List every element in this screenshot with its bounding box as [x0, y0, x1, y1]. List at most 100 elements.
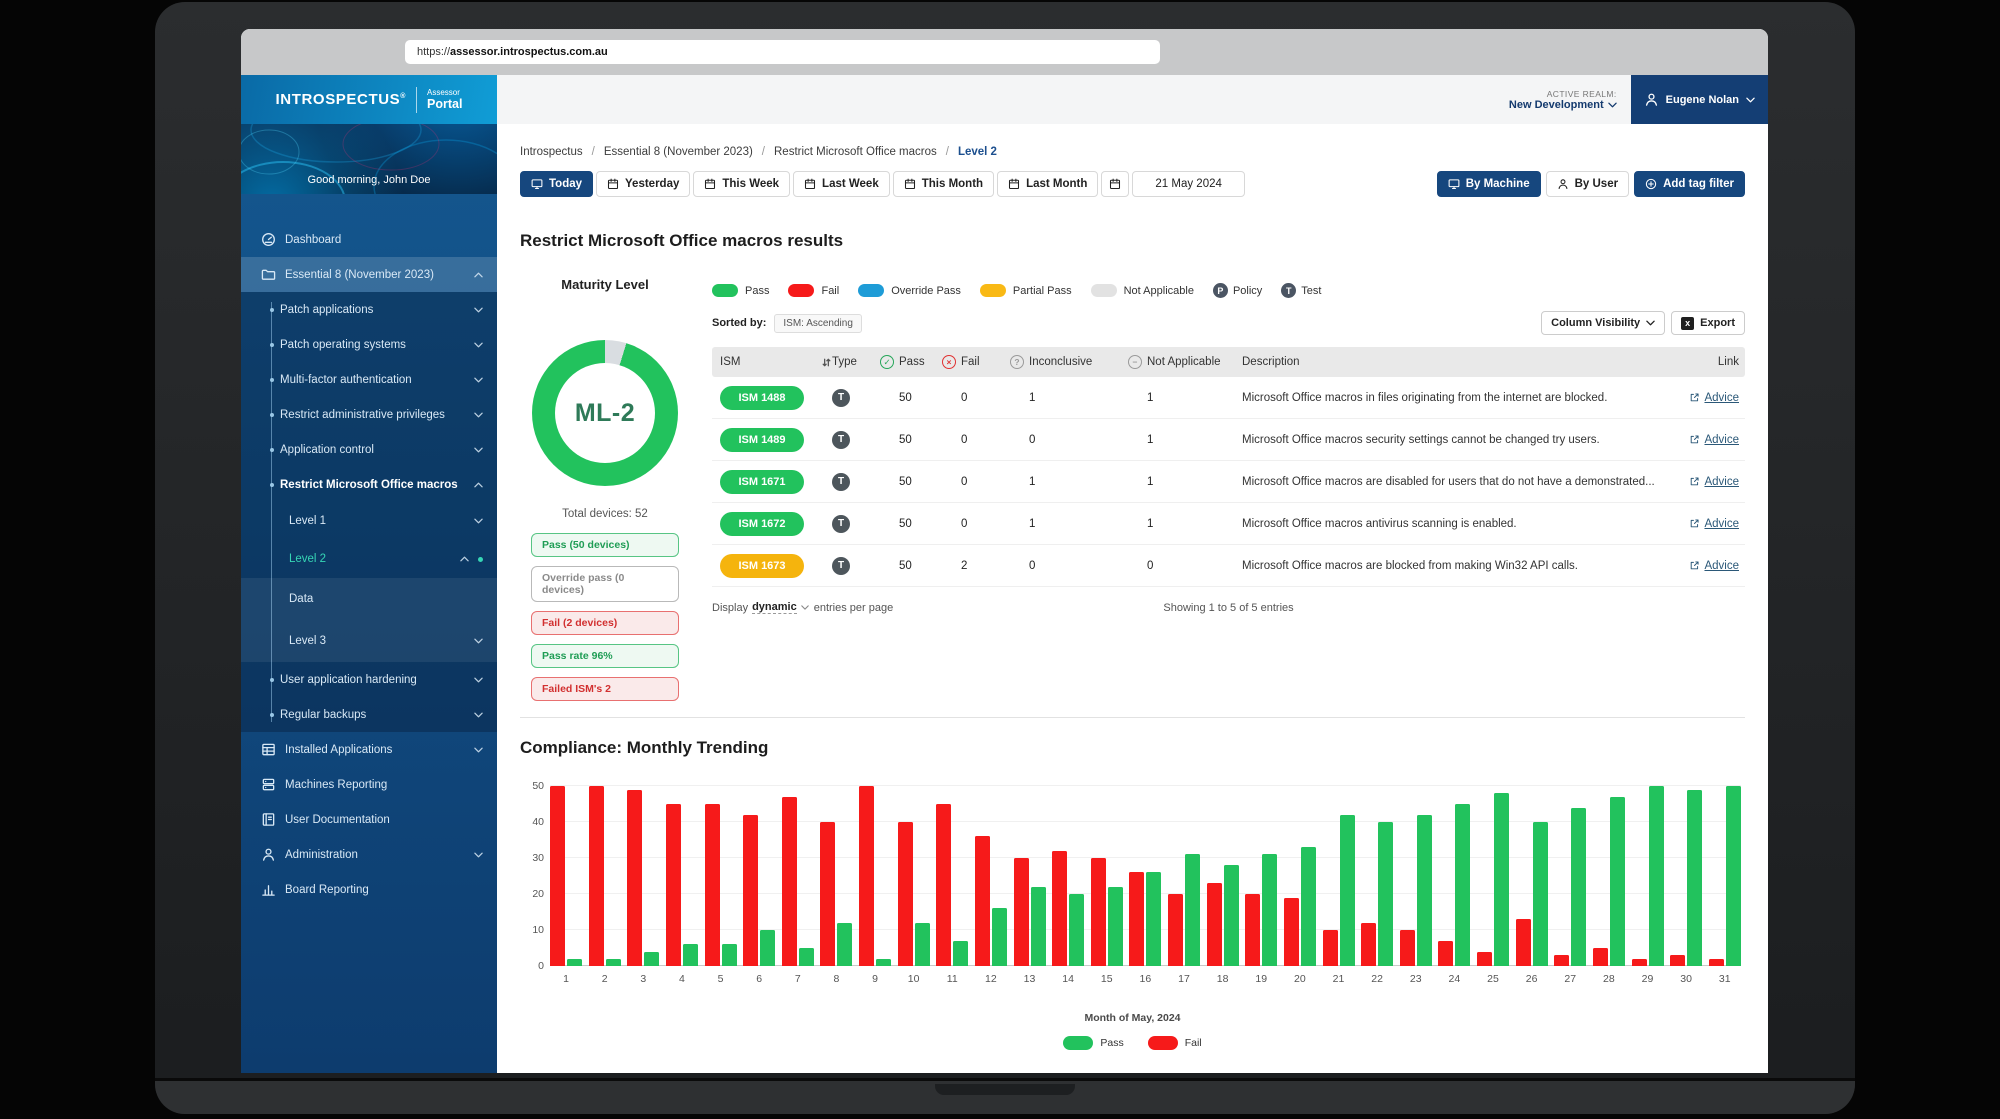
legend-pass: Pass	[712, 284, 769, 297]
sidebar-item-machines-reporting[interactable]: Machines Reporting	[241, 767, 497, 802]
ism-pill[interactable]: ISM 1671	[720, 470, 804, 494]
plus-icon	[1645, 178, 1657, 190]
sidebar-item-patch-operating-systems[interactable]: Patch operating systems	[241, 327, 497, 362]
export-button[interactable]: x Export	[1671, 311, 1745, 335]
chart-plot-area: 0102030405012345678910111213141516171819…	[550, 786, 1741, 966]
browser-url-bar[interactable]: https://assessor.introspectus.com.au	[405, 40, 1160, 64]
advice-link[interactable]: Advice	[1689, 434, 1739, 446]
view-filter-group: By MachineBy UserAdd tag filter	[1437, 171, 1745, 197]
browser-chrome: https://assessor.introspectus.com.au	[241, 29, 1768, 75]
y-tick-label: 0	[520, 960, 544, 972]
pass-bar	[1301, 847, 1316, 966]
ism-pill[interactable]: ISM 1489	[720, 428, 804, 452]
sidebar-item-application-control[interactable]: Application control	[241, 432, 497, 467]
bullet-dot	[270, 308, 274, 312]
not-applicable-count: 1	[1128, 434, 1242, 446]
sidebar-item-user-documentation[interactable]: User Documentation	[241, 802, 497, 837]
add-tag-filter-button[interactable]: Add tag filter	[1634, 171, 1745, 197]
showing-entries: Showing 1 to 5 of 5 entries	[1163, 602, 1293, 614]
sidebar-item-level-3[interactable]: Level 3	[241, 620, 497, 662]
date-picker-value[interactable]: 21 May 2024	[1132, 171, 1245, 197]
entries-per-page-select[interactable]: dynamic	[752, 601, 797, 614]
breadcrumb-item-introspectus[interactable]: Introspectus	[520, 146, 583, 158]
pass-bar	[992, 908, 1007, 966]
by-machine-button[interactable]: By Machine	[1437, 171, 1541, 197]
pass-bar	[1649, 786, 1664, 966]
type-test-icon: T	[832, 473, 850, 491]
sidebar-item-data[interactable]: Data	[241, 578, 497, 620]
chevron-down-icon	[474, 852, 483, 858]
sidebar-item-restrict-microsoft-office-macros[interactable]: Restrict Microsoft Office macros	[241, 467, 497, 502]
breadcrumb-item-essential-8-november-2023[interactable]: Essential 8 (November 2023)	[604, 146, 753, 158]
bar-group-day-19: 19	[1245, 854, 1277, 966]
table-row-ism-1673[interactable]: ISM 1673T50200Microsoft Office macros ar…	[712, 545, 1745, 587]
sidebar-item-restrict-administrative-privileges[interactable]: Restrict administrative privileges	[241, 397, 497, 432]
sidebar-item-user-application-hardening[interactable]: User application hardening	[241, 662, 497, 697]
user-avatar-icon	[1644, 92, 1659, 107]
pass-bar	[1185, 854, 1200, 966]
ism-pill[interactable]: ISM 1672	[720, 512, 804, 536]
fail-bar	[1323, 930, 1338, 966]
advice-link[interactable]: Advice	[1689, 560, 1739, 572]
sidebar-item-dashboard[interactable]: Dashboard	[241, 222, 497, 257]
pass-bar	[1455, 804, 1470, 966]
bar-group-day-28: 28	[1593, 797, 1625, 966]
table-row-ism-1671[interactable]: ISM 1671T50011Microsoft Office macros ar…	[712, 461, 1745, 503]
ism-pill[interactable]: ISM 1673	[720, 554, 804, 578]
filter-this-week[interactable]: This Week	[693, 171, 790, 197]
sidebar-item-administration[interactable]: Administration	[241, 837, 497, 872]
pass-bar	[876, 959, 891, 966]
fail-bar	[1400, 930, 1415, 966]
greeting-banner: Good morning, John Doe	[241, 124, 497, 194]
chevron-up-icon	[474, 272, 483, 278]
advice-link[interactable]: Advice	[1689, 518, 1739, 530]
pass-bar	[1224, 865, 1239, 966]
fail-bar	[1477, 952, 1492, 966]
column-not-applicable[interactable]: −Not Applicable	[1128, 355, 1242, 369]
filter-today[interactable]: Today	[520, 171, 593, 197]
sidebar-item-installed-applications[interactable]: Installed Applications	[241, 732, 497, 767]
sort-icon[interactable]	[821, 357, 832, 368]
column-pass[interactable]: ✓Pass	[880, 355, 942, 369]
column-visibility-button[interactable]: Column Visibility	[1541, 311, 1665, 335]
sorted-by-chip[interactable]: ISM: Ascending	[774, 314, 861, 333]
table-row-ism-1672[interactable]: ISM 1672T50011Microsoft Office macros an…	[712, 503, 1745, 545]
breadcrumb-item-restrict-microsoft-office-macros[interactable]: Restrict Microsoft Office macros	[774, 146, 937, 158]
by-user-button[interactable]: By User	[1546, 171, 1629, 197]
filter-yesterday[interactable]: Yesterday	[596, 171, 690, 197]
column-fail[interactable]: ×Fail	[942, 355, 1010, 369]
table-row-ism-1489[interactable]: ISM 1489T50001Microsoft Office macros se…	[712, 419, 1745, 461]
bullet-dot	[270, 413, 274, 417]
table-row-ism-1488[interactable]: ISM 1488T50011Microsoft Office macros in…	[712, 377, 1745, 419]
sorted-by-label: Sorted by:	[712, 317, 766, 329]
sidebar-item-essential-8-november-2023[interactable]: Essential 8 (November 2023)	[241, 257, 497, 292]
ism-pill[interactable]: ISM 1488	[720, 386, 804, 410]
filter-last-month[interactable]: Last Month	[997, 171, 1098, 197]
bar-group-day-18: 18	[1207, 865, 1239, 966]
user-name: Eugene Nolan	[1666, 94, 1739, 106]
user-menu-button[interactable]: Eugene Nolan	[1631, 75, 1768, 124]
sidebar-item-multi-factor-authentication[interactable]: Multi-factor authentication	[241, 362, 497, 397]
bullet-dot	[270, 378, 274, 382]
sidebar-item-level-2[interactable]: Level 2	[241, 540, 497, 578]
column-inconclusive[interactable]: ?Inconclusive	[1010, 355, 1128, 369]
sidebar-item-regular-backups[interactable]: Regular backups	[241, 697, 497, 732]
breadcrumb-item-level-2[interactable]: Level 2	[958, 146, 997, 158]
advice-link[interactable]: Advice	[1689, 476, 1739, 488]
page-title: Restrict Microsoft Office macros results	[520, 231, 1745, 251]
maturity-level-value: ML-2	[575, 399, 635, 428]
advice-link[interactable]: Advice	[1689, 392, 1739, 404]
date-picker-button[interactable]	[1101, 171, 1129, 197]
description: Microsoft Office macros are blocked from…	[1242, 560, 1675, 572]
column-ism[interactable]: ISM	[720, 356, 832, 368]
bar-group-day-25: 25	[1477, 793, 1509, 966]
y-tick-label: 10	[520, 924, 544, 936]
sidebar-item-board-reporting[interactable]: Board Reporting	[241, 872, 497, 907]
sidebar-item-patch-applications[interactable]: Patch applications	[241, 292, 497, 327]
active-realm[interactable]: ACTIVE REALM: New Development	[1509, 89, 1617, 111]
filter-last-week[interactable]: Last Week	[793, 171, 890, 197]
sidebar-item-label: Application control	[280, 444, 465, 456]
filter-this-month[interactable]: This Month	[893, 171, 994, 197]
sidebar-item-level-1[interactable]: Level 1	[241, 502, 497, 540]
bar-group-day-30: 30	[1670, 790, 1702, 966]
